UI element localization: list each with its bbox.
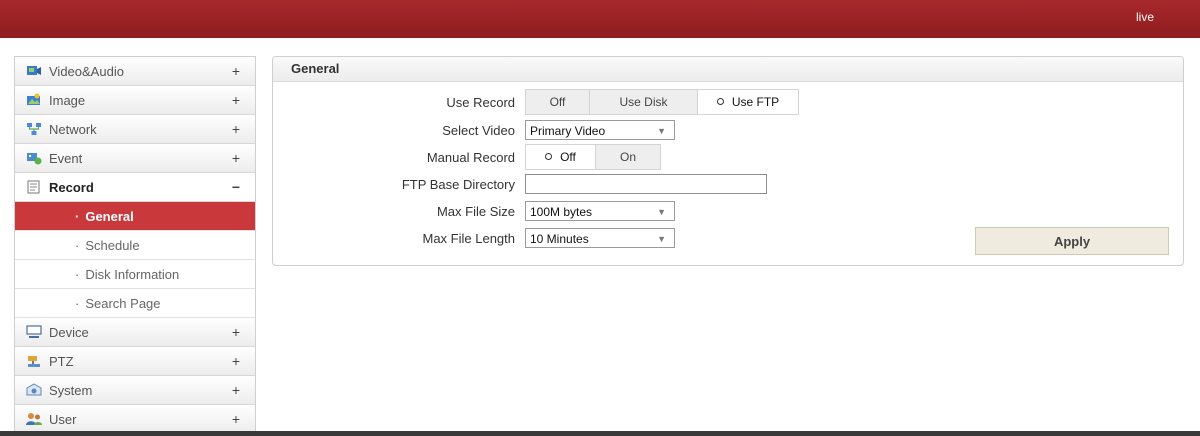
use-record-off-option[interactable]: Off xyxy=(526,90,590,114)
chevron-down-icon: ▼ xyxy=(657,207,666,217)
sidebar-item-label: Record xyxy=(49,179,94,195)
select-video-value: Primary Video xyxy=(530,124,606,138)
max-file-length-label: Max File Length xyxy=(422,230,516,246)
manual-record-on-option[interactable]: On xyxy=(596,145,660,169)
max-file-length-row: Max File Length 10 Minutes ▼ xyxy=(273,225,675,251)
use-record-label: Use Record xyxy=(446,94,515,110)
expand-icon[interactable]: + xyxy=(230,92,242,108)
video-audio-icon xyxy=(26,64,42,78)
event-icon xyxy=(26,151,42,165)
sidebar-subitem-general[interactable]: · General xyxy=(15,202,255,231)
use-record-row: Use Record Off Use Disk Use FTP xyxy=(273,89,799,115)
manual-record-off-option[interactable]: Off xyxy=(526,145,596,169)
bottom-bar xyxy=(0,431,1200,436)
option-label: Use FTP xyxy=(731,95,780,109)
select-video-dropdown[interactable]: Primary Video ▼ xyxy=(525,120,675,140)
sidebar-item-label: System xyxy=(49,382,93,398)
ftp-base-directory-row: FTP Base Directory xyxy=(273,171,767,197)
sidebar-item-label: User xyxy=(49,411,77,427)
expand-icon[interactable]: + xyxy=(230,121,242,137)
network-icon xyxy=(26,122,42,136)
sidebar-item-device[interactable]: Device + xyxy=(15,318,255,347)
use-record-use-ftp-option[interactable]: Use FTP xyxy=(698,90,798,114)
record-icon xyxy=(26,180,42,194)
sidebar-item-record[interactable]: Record − xyxy=(15,173,255,202)
sidebar-subitem-search-page[interactable]: · Search Page xyxy=(15,289,255,318)
use-record-toggle: Off Use Disk Use FTP xyxy=(525,89,799,115)
sidebar-item-label: Event xyxy=(49,150,83,166)
system-icon xyxy=(26,383,42,397)
sidebar-item-ptz[interactable]: PTZ + xyxy=(15,347,255,376)
max-file-size-dropdown[interactable]: 100M bytes ▼ xyxy=(525,201,675,221)
manual-record-label: Manual Record xyxy=(426,149,515,165)
sidebar-item-user[interactable]: User + xyxy=(15,405,255,433)
image-icon xyxy=(26,93,42,107)
sidebar-subitem-label: Schedule xyxy=(85,237,140,253)
general-panel: General Use Record Off Use Disk Use FTP … xyxy=(272,56,1184,266)
manual-record-row: Manual Record Off On xyxy=(273,144,661,170)
sidebar-subitem-label: Disk Information xyxy=(85,266,180,282)
sidebar-subitem-label: General xyxy=(85,208,134,224)
apply-button[interactable]: Apply xyxy=(975,227,1169,255)
chevron-down-icon: ▼ xyxy=(657,234,666,244)
max-file-size-value: 100M bytes xyxy=(530,205,593,219)
chevron-down-icon: ▼ xyxy=(657,126,666,136)
sidebar-item-label: Image xyxy=(49,92,86,108)
sidebar-item-label: Device xyxy=(49,324,89,340)
bullet-icon: · xyxy=(75,266,80,282)
select-video-label: Select Video xyxy=(442,122,515,138)
bullet-icon: · xyxy=(75,237,80,253)
option-label: Off xyxy=(560,150,576,164)
sidebar-item-system[interactable]: System + xyxy=(15,376,255,405)
top-bar: live xyxy=(0,0,1200,38)
radio-selected-icon xyxy=(545,153,553,161)
device-icon xyxy=(26,325,42,339)
max-file-length-dropdown[interactable]: 10 Minutes ▼ xyxy=(525,228,675,248)
ftp-base-directory-input[interactable] xyxy=(525,174,767,194)
panel-title: General xyxy=(273,57,1183,82)
select-video-row: Select Video Primary Video ▼ xyxy=(273,117,675,143)
bullet-icon: · xyxy=(75,208,80,224)
collapse-icon[interactable]: − xyxy=(230,179,242,195)
sidebar-item-network[interactable]: Network + xyxy=(15,115,255,144)
sidebar-item-label: PTZ xyxy=(49,353,74,369)
expand-icon[interactable]: + xyxy=(230,411,242,427)
sidebar-item-label: Video&Audio xyxy=(49,63,124,79)
sidebar-subitem-label: Search Page xyxy=(85,295,161,311)
sidebar-item-event[interactable]: Event + xyxy=(15,144,255,173)
max-file-size-label: Max File Size xyxy=(436,203,515,219)
option-label: Use Disk xyxy=(619,95,668,109)
radio-selected-icon xyxy=(716,98,724,106)
max-file-length-value: 10 Minutes xyxy=(530,232,589,246)
option-label: Off xyxy=(549,95,566,109)
sidebar-item-label: Network xyxy=(49,121,97,137)
ptz-icon xyxy=(26,354,42,368)
expand-icon[interactable]: + xyxy=(230,150,242,166)
live-link[interactable]: live xyxy=(1136,10,1154,24)
bullet-icon: · xyxy=(75,295,80,311)
sidebar-item-video-audio[interactable]: Video&Audio + xyxy=(15,57,255,86)
option-label: On xyxy=(619,150,636,164)
expand-icon[interactable]: + xyxy=(230,353,242,369)
use-record-use-disk-option[interactable]: Use Disk xyxy=(590,90,698,114)
ftp-base-directory-label: FTP Base Directory xyxy=(401,176,515,192)
sidebar-subitem-disk-information[interactable]: · Disk Information xyxy=(15,260,255,289)
manual-record-toggle: Off On xyxy=(525,144,661,170)
sidebar-subitem-schedule[interactable]: · Schedule xyxy=(15,231,255,260)
expand-icon[interactable]: + xyxy=(230,63,242,79)
user-icon xyxy=(26,412,42,426)
sidebar-menu: Video&Audio + Image + Network + Event + … xyxy=(14,56,256,434)
max-file-size-row: Max File Size 100M bytes ▼ xyxy=(273,198,675,224)
expand-icon[interactable]: + xyxy=(230,324,242,340)
expand-icon[interactable]: + xyxy=(230,382,242,398)
sidebar-item-image[interactable]: Image + xyxy=(15,86,255,115)
